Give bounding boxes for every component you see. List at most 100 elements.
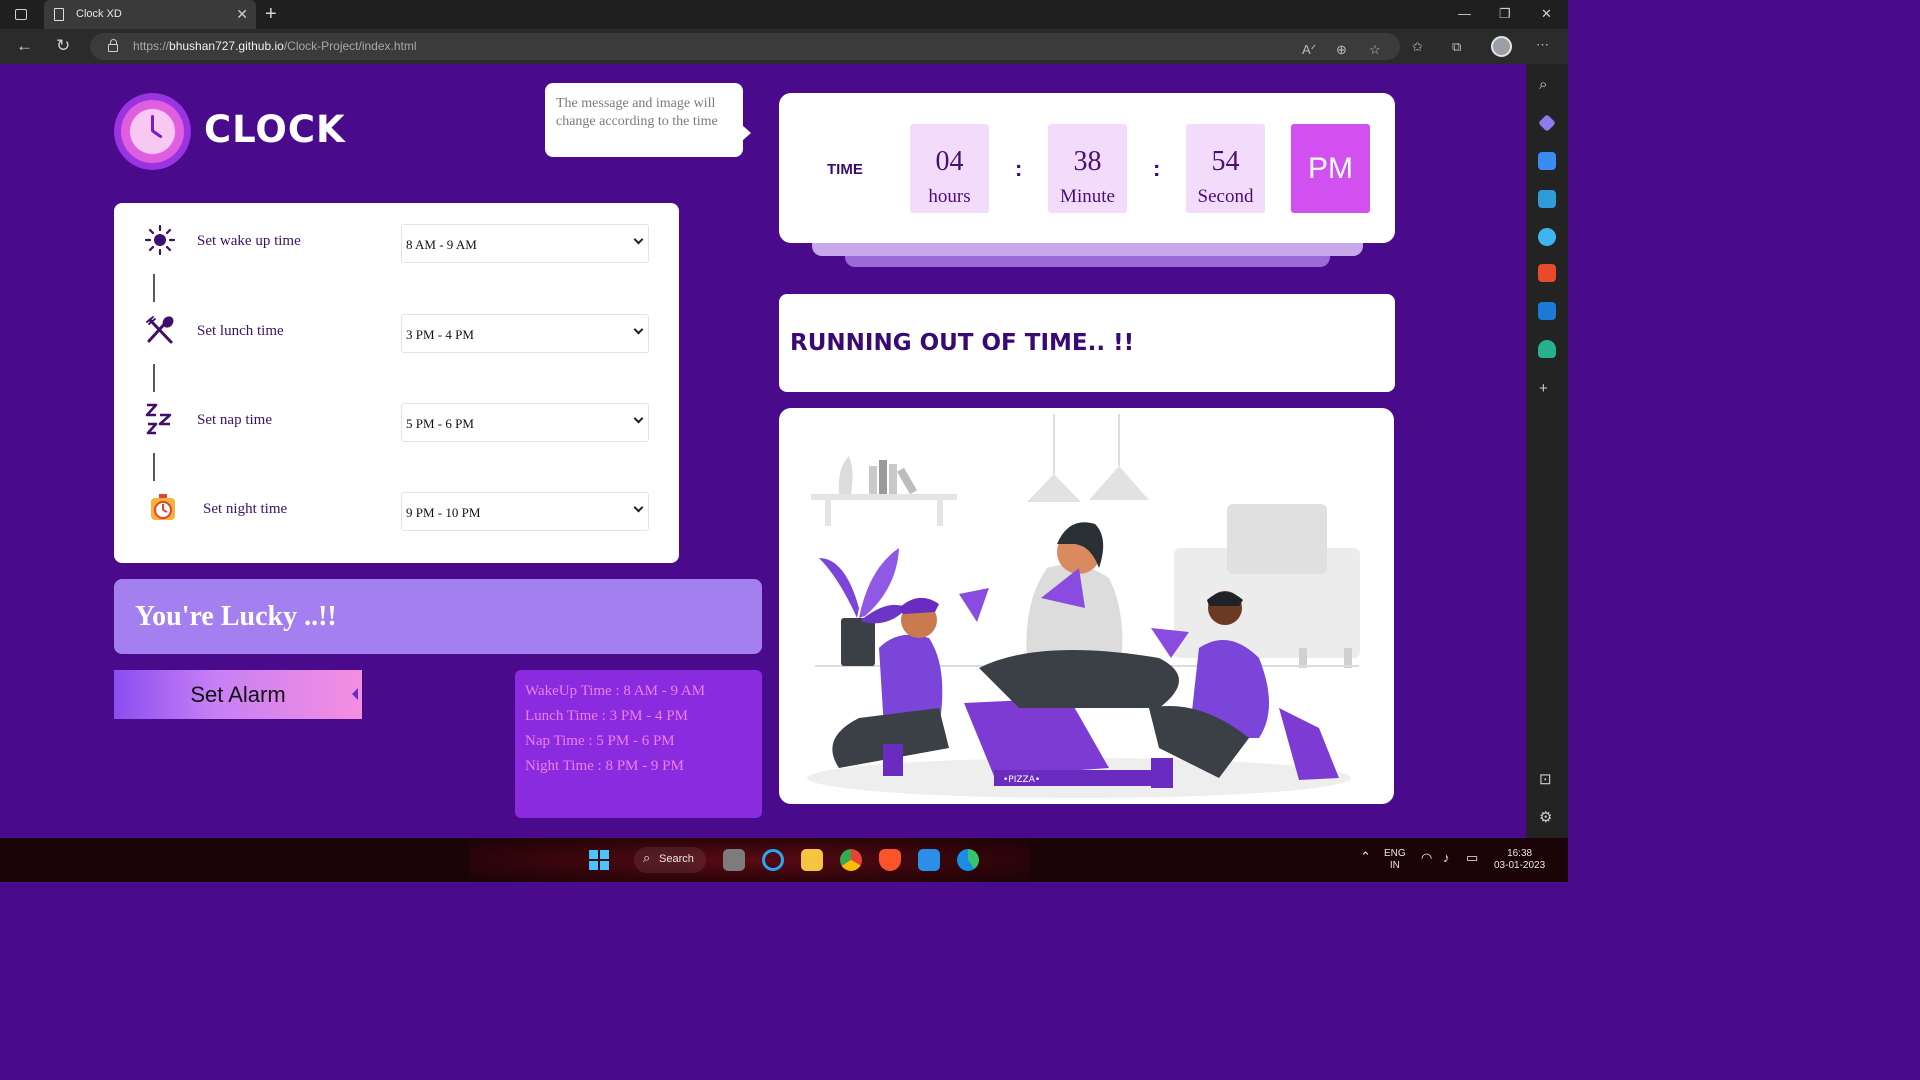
minutes-box: 38 Minute <box>1048 124 1127 213</box>
taskbar-clock[interactable]: 16:38 03-01-2023 <box>1494 848 1545 872</box>
lock-icon[interactable] <box>108 39 118 52</box>
logo-text: CLOCK <box>204 108 346 151</box>
illustration-card: •PIZZA• <box>779 408 1394 804</box>
vscode-icon[interactable] <box>918 849 940 871</box>
summary-lunch: Lunch Time : 3 PM - 4 PM <box>525 708 688 724</box>
profile-avatar[interactable] <box>1491 36 1512 57</box>
nap-row: Set nap time 5 PM - 6 PM <box>114 403 679 443</box>
tab-actions-icon[interactable] <box>10 6 32 24</box>
night-value: 9 PM - 10 PM <box>406 505 481 520</box>
add-favorite-icon[interactable]: ☆ <box>1369 42 1381 58</box>
taskbar-search-label: Search <box>659 853 694 865</box>
lunch-value: 3 PM - 4 PM <box>406 327 474 342</box>
volume-icon[interactable]: ♪ <box>1443 851 1450 864</box>
start-menu-icon[interactable] <box>588 849 610 871</box>
chrome-icon[interactable] <box>840 849 862 871</box>
add-icon[interactable]: + <box>1539 380 1548 398</box>
outlook-icon[interactable] <box>1538 302 1556 320</box>
zzz-icon <box>145 403 172 435</box>
back-arrow-icon[interactable]: ← <box>16 36 33 56</box>
games-icon[interactable] <box>1538 228 1556 246</box>
svg-text:•PIZZA•: •PIZZA• <box>1003 775 1040 785</box>
connector-line <box>153 364 155 392</box>
people-eating-pizza-illustration: •PIZZA• <box>807 414 1360 798</box>
summary-nap: Nap Time : 5 PM - 6 PM <box>525 733 675 749</box>
chevron-down-icon <box>633 413 644 424</box>
wakeup-row: Set wake up time 8 AM - 9 AM <box>114 224 679 264</box>
browser-titlebar: Clock XD ✕ + — ❐ ✕ <box>0 0 1568 29</box>
search-icon[interactable]: ⌕ <box>1539 76 1547 94</box>
time-card: TIME 04 hours : 38 Minute : 54 Second PM <box>779 93 1395 243</box>
new-tab-button[interactable]: + <box>265 3 277 25</box>
sidebar-layout-icon[interactable]: ⊡ <box>1539 771 1552 789</box>
refresh-icon[interactable]: ↻ <box>56 36 70 56</box>
schedule-summary: WakeUp Time : 8 AM - 9 AM Lunch Time : 3… <box>515 670 762 818</box>
brave-icon[interactable] <box>879 849 901 871</box>
edge-icon[interactable] <box>957 849 979 871</box>
seconds-value: 54 <box>1211 146 1240 177</box>
arrow-left-icon <box>352 688 358 700</box>
language-indicator[interactable]: ENG IN <box>1384 848 1406 872</box>
nap-value: 5 PM - 6 PM <box>406 416 474 431</box>
address-toolbar: ← ↻ https://bhushan727.github.io/Clock-P… <box>0 29 1568 64</box>
tray-chevron-icon[interactable]: ⌃ <box>1360 850 1371 863</box>
browser-tab[interactable]: Clock XD ✕ <box>44 0 256 29</box>
info-bubble: The message and image will change accord… <box>545 83 751 157</box>
bubble-text: The message and image will change accord… <box>556 96 718 129</box>
lucky-message-box: You're Lucky ..!! <box>114 579 762 654</box>
ampm-value: PM <box>1308 152 1353 185</box>
tag-icon[interactable] <box>1538 152 1556 170</box>
read-aloud-icon[interactable]: Aᐟ <box>1302 42 1316 58</box>
seconds-box: 54 Second <box>1186 124 1265 213</box>
wakeup-label: Set wake up time <box>197 233 301 249</box>
lunch-label: Set lunch time <box>197 323 284 339</box>
task-view-icon[interactable] <box>723 849 745 871</box>
nap-select[interactable]: 5 PM - 6 PM <box>401 403 649 442</box>
collections-icon[interactable]: ⧉ <box>1452 39 1461 55</box>
night-label: Set night time <box>203 501 288 517</box>
time-label: TIME <box>827 161 863 178</box>
minimize-button[interactable]: — <box>1458 5 1471 23</box>
cortana-icon[interactable] <box>762 849 784 871</box>
status-message: RUNNING OUT OF TIME.. !! <box>790 330 1135 356</box>
night-select[interactable]: 9 PM - 10 PM <box>401 492 649 531</box>
taskbar-search[interactable]: ⌕ Search <box>634 847 706 873</box>
discover-icon[interactable] <box>1538 114 1556 132</box>
nap-label: Set nap time <box>197 412 272 428</box>
tree-icon[interactable] <box>1538 340 1556 358</box>
minutes-unit: Minute <box>1060 186 1115 207</box>
url-text[interactable]: https://bhushan727.github.io/Clock-Proje… <box>133 39 417 53</box>
time-separator: : <box>1015 156 1023 181</box>
office-icon[interactable] <box>1538 264 1556 282</box>
hours-unit: hours <box>928 186 971 207</box>
settings-gear-icon[interactable]: ⚙ <box>1539 809 1552 827</box>
summary-wakeup: WakeUp Time : 8 AM - 9 AM <box>525 683 706 699</box>
wifi-icon[interactable]: ◠ <box>1421 851 1432 864</box>
lunch-select[interactable]: 3 PM - 4 PM <box>401 314 649 353</box>
chevron-down-icon <box>633 234 644 245</box>
file-explorer-icon[interactable] <box>801 849 823 871</box>
alarm-clock-icon <box>151 494 175 520</box>
lucky-text: You're Lucky ..!! <box>135 601 337 632</box>
status-message-card: RUNNING OUT OF TIME.. !! <box>779 294 1395 392</box>
connector-line <box>153 274 155 302</box>
sun-icon <box>144 224 176 256</box>
wakeup-value: 8 AM - 9 AM <box>406 237 477 252</box>
time-separator: : <box>1153 156 1161 181</box>
set-alarm-button[interactable]: Set Alarm <box>114 670 362 719</box>
seconds-unit: Second <box>1197 186 1254 207</box>
restore-button[interactable]: ❐ <box>1499 5 1511 23</box>
wakeup-select[interactable]: 8 AM - 9 AM <box>401 224 649 263</box>
toolbox-icon[interactable] <box>1538 190 1556 208</box>
battery-icon[interactable]: ▭ <box>1466 851 1478 864</box>
favorites-icon[interactable]: ✩ <box>1412 39 1423 55</box>
alarm-settings-card: Set wake up time 8 AM - 9 AM Set lunch t… <box>114 203 679 563</box>
page-icon <box>54 8 64 21</box>
hours-value: 04 <box>935 146 964 177</box>
more-menu-icon[interactable]: ⋯ <box>1536 37 1549 53</box>
url-bar[interactable]: https://bhushan727.github.io/Clock-Proje… <box>90 33 1400 60</box>
tab-title: Clock XD <box>76 8 122 20</box>
close-window-button[interactable]: ✕ <box>1541 5 1552 23</box>
tab-close-icon[interactable]: ✕ <box>236 6 248 22</box>
zoom-icon[interactable]: ⊕ <box>1336 42 1347 58</box>
